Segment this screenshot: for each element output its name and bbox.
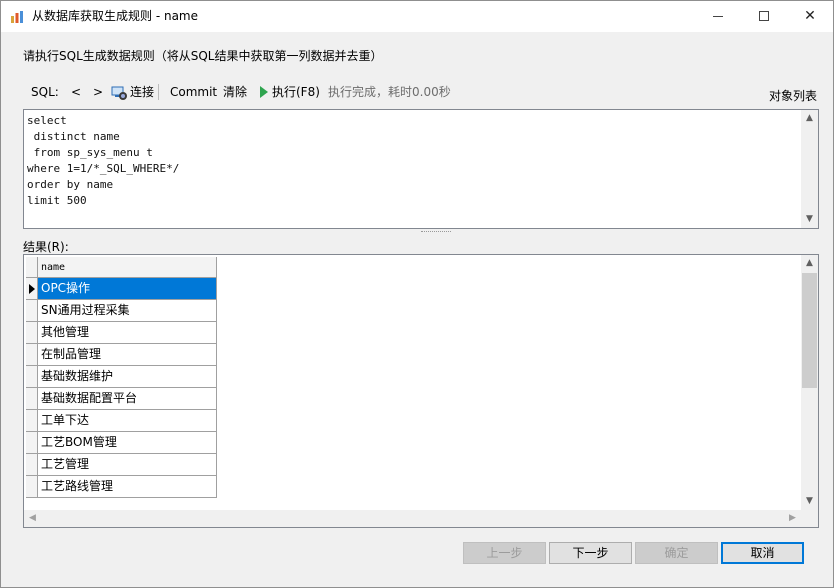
next-step-button[interactable]: 下一步 — [549, 542, 632, 564]
table-row[interactable]: 在制品管理 — [26, 344, 217, 366]
column-header-name[interactable]: name — [38, 257, 217, 278]
table-cell[interactable]: 工单下达 — [38, 410, 217, 432]
row-header[interactable] — [26, 410, 38, 432]
execute-label: 执行(F8) — [272, 85, 320, 99]
grid-header: name — [26, 257, 217, 278]
scroll-down-icon[interactable]: ▼ — [801, 493, 818, 510]
row-header[interactable] — [26, 366, 38, 388]
current-row-icon — [29, 284, 35, 294]
cancel-button[interactable]: 取消 — [721, 542, 804, 564]
history-prev-button[interactable]: < — [71, 82, 81, 102]
table-cell[interactable]: 工艺路线管理 — [38, 476, 217, 498]
table-cell[interactable]: 基础数据配置平台 — [38, 388, 217, 410]
row-header[interactable] — [26, 476, 38, 498]
toolbar-separator — [158, 84, 159, 100]
table-row[interactable]: 工单下达 — [26, 410, 217, 432]
scroll-thumb[interactable] — [802, 273, 817, 388]
table-cell[interactable]: 工艺管理 — [38, 454, 217, 476]
row-header[interactable] — [26, 278, 38, 300]
table-cell[interactable]: 基础数据维护 — [38, 366, 217, 388]
result-grid[interactable]: name OPC操作 SN通用过程采集 其他管理 在制品管理 基础数据维护 基础数据配置平… — [23, 254, 819, 528]
row-header[interactable] — [26, 388, 38, 410]
sql-editor[interactable]: select distinct name from sp_sys_menu t … — [23, 109, 819, 229]
table-row[interactable]: 基础数据配置平台 — [26, 388, 217, 410]
table-row[interactable]: 基础数据维护 — [26, 366, 217, 388]
commit-button[interactable]: Commit — [170, 82, 217, 102]
close-button[interactable]: ✕ — [787, 1, 833, 32]
scroll-up-icon[interactable]: ▲ — [801, 110, 818, 127]
grid-corner[interactable] — [26, 257, 38, 278]
panel-splitter[interactable] — [23, 229, 819, 235]
row-header[interactable] — [26, 322, 38, 344]
scrollbar-corner — [801, 510, 818, 527]
history-next-button[interactable]: > — [93, 82, 103, 102]
table-cell[interactable]: SN通用过程采集 — [38, 300, 217, 322]
play-icon — [260, 86, 268, 98]
row-header[interactable] — [26, 300, 38, 322]
table-row[interactable]: 工艺路线管理 — [26, 476, 217, 498]
title-bar: 从数据库获取生成规则 - name ✕ — [1, 1, 833, 32]
table-cell[interactable]: 其他管理 — [38, 322, 217, 344]
table-row[interactable]: SN通用过程采集 — [26, 300, 217, 322]
sql-editor-scrollbar[interactable]: ▲ ▼ — [801, 110, 818, 228]
instruction-text: 请执行SQL生成数据规则（将从SQL结果中获取第一列数据并去重） — [23, 49, 383, 63]
maximize-button[interactable] — [741, 1, 787, 32]
sql-label: SQL: — [31, 85, 59, 99]
dialog-window: 从数据库获取生成规则 - name ✕ 请执行SQL生成数据规则（将从SQL结果… — [0, 0, 834, 588]
table-row[interactable]: 工艺管理 — [26, 454, 217, 476]
clear-button[interactable]: 清除 — [223, 82, 247, 102]
scroll-down-icon[interactable]: ▼ — [801, 211, 818, 228]
scroll-left-icon[interactable]: ◀ — [24, 510, 41, 527]
ok-button[interactable]: 确定 — [635, 542, 718, 564]
scroll-right-icon[interactable]: ▶ — [784, 510, 801, 527]
splitter-grip-icon — [421, 231, 451, 232]
result-vertical-scrollbar[interactable]: ▲ ▼ — [801, 255, 818, 510]
object-list-link[interactable]: 对象列表 — [769, 87, 817, 104]
prev-step-button[interactable]: 上一步 — [463, 542, 546, 564]
table-cell[interactable]: 在制品管理 — [38, 344, 217, 366]
window-title: 从数据库获取生成规则 - name — [32, 9, 198, 23]
connect-icon — [111, 86, 127, 100]
table-row[interactable]: OPC操作 — [26, 278, 217, 300]
row-header[interactable] — [26, 432, 38, 454]
table-cell[interactable]: OPC操作 — [38, 278, 217, 300]
table-cell[interactable]: 工艺BOM管理 — [38, 432, 217, 454]
minimize-icon — [713, 16, 723, 17]
app-icon — [11, 11, 23, 23]
row-header[interactable] — [26, 454, 38, 476]
row-header[interactable] — [26, 344, 38, 366]
scroll-up-icon[interactable]: ▲ — [801, 255, 818, 272]
close-icon: ✕ — [804, 8, 816, 24]
result-label: 结果(R): — [23, 240, 69, 254]
execution-status: 执行完成，耗时0.00秒 — [328, 85, 451, 99]
sql-editor-text[interactable]: select distinct name from sp_sys_menu t … — [27, 113, 179, 209]
connect-label: 连接 — [130, 85, 155, 99]
minimize-button[interactable] — [695, 1, 741, 32]
sql-toolbar: SQL: < > 连接 Commit 清除 执行(F8) 执行完成，耗时0.00… — [23, 82, 819, 102]
maximize-icon — [759, 11, 769, 21]
table-row[interactable]: 工艺BOM管理 — [26, 432, 217, 454]
result-horizontal-scrollbar[interactable]: ◀ ▶ — [24, 510, 801, 527]
table-row[interactable]: 其他管理 — [26, 322, 217, 344]
